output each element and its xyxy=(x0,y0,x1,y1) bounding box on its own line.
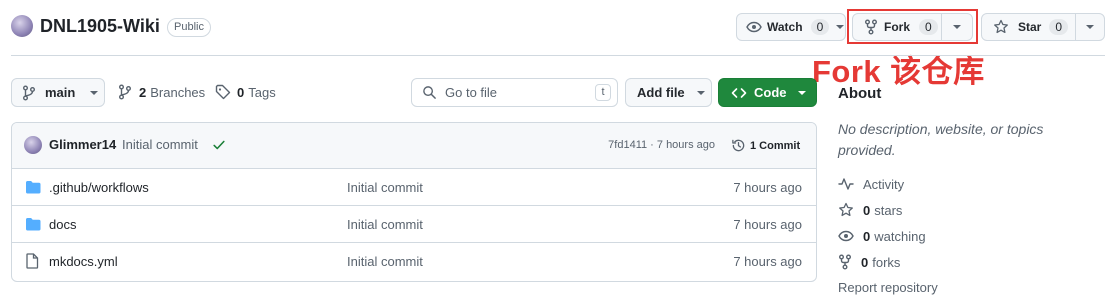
fork-label: Fork xyxy=(884,20,911,34)
branches-label: Branches xyxy=(150,84,206,100)
header-divider xyxy=(11,55,1105,56)
activity-label: Activity xyxy=(863,176,905,192)
add-file-label: Add file xyxy=(637,85,685,100)
commit-author[interactable]: Glimmer14 xyxy=(49,137,116,152)
branch-icon xyxy=(22,85,36,101)
tags-label: Tags xyxy=(248,84,276,100)
folder-icon xyxy=(25,180,41,194)
file-name[interactable]: mkdocs.yml xyxy=(49,254,118,269)
watching-count: 0 xyxy=(863,228,871,244)
stars-count: 0 xyxy=(863,202,871,218)
add-file-button[interactable]: Add file xyxy=(625,78,712,107)
about-description: No description, website, or topics provi… xyxy=(838,121,1044,158)
star-count: 0 xyxy=(1049,19,1069,35)
file-name[interactable]: docs xyxy=(49,217,76,232)
chevron-down-icon xyxy=(836,25,845,29)
file-time: 7 hours ago xyxy=(733,216,802,232)
chevron-down-icon xyxy=(696,90,705,95)
visibility-badge: Public xyxy=(167,18,211,37)
folder-icon xyxy=(25,217,41,231)
fork-count: 0 xyxy=(919,19,938,35)
repo-name[interactable]: DNL1905-Wiki xyxy=(40,16,160,37)
commits-link[interactable]: 1 Commit xyxy=(731,138,800,153)
go-to-file-input[interactable]: Go to file t xyxy=(411,78,618,107)
file-icon xyxy=(26,253,39,269)
fork-button[interactable]: Fork 0 xyxy=(852,13,942,41)
fork-icon xyxy=(838,254,861,270)
search-icon xyxy=(422,85,437,100)
watch-count: 0 xyxy=(810,19,830,35)
eye-icon xyxy=(746,19,762,35)
watching-link[interactable]: 0 watching xyxy=(838,228,926,244)
chevron-down-icon xyxy=(1086,25,1094,29)
branches-count: 2 xyxy=(139,84,147,100)
fork-dropdown-button[interactable] xyxy=(941,13,973,41)
check-icon[interactable] xyxy=(212,138,226,152)
chevron-down-icon xyxy=(797,90,806,95)
shortcut-key: t xyxy=(595,84,611,101)
watch-button[interactable]: Watch 0 xyxy=(736,13,846,41)
star-icon xyxy=(993,19,1009,35)
file-row[interactable]: docs Initial commit 7 hours ago xyxy=(11,205,817,242)
pulse-icon xyxy=(838,176,863,192)
stars-label: stars xyxy=(874,202,903,218)
forks-link[interactable]: 0 forks xyxy=(838,254,900,270)
report-repository-link[interactable]: Report repository xyxy=(838,280,938,295)
chevron-down-icon xyxy=(953,25,961,29)
branch-icon xyxy=(118,84,132,100)
file-commit-message[interactable]: Initial commit xyxy=(347,254,423,269)
star-dropdown-button[interactable] xyxy=(1075,13,1105,41)
commit-meta[interactable]: 7fd1411 · 7 hours ago xyxy=(608,139,715,151)
file-time: 7 hours ago xyxy=(733,253,802,269)
star-label: Star xyxy=(1018,20,1042,34)
about-heading: About xyxy=(838,85,882,102)
file-commit-message[interactable]: Initial commit xyxy=(347,180,423,195)
tag-icon xyxy=(215,84,231,100)
tags-link[interactable]: 0 Tags xyxy=(215,84,276,100)
commit-message[interactable]: Initial commit xyxy=(122,137,198,152)
repo-avatar[interactable] xyxy=(11,15,33,37)
author-avatar[interactable] xyxy=(24,136,42,154)
file-name[interactable]: .github/workflows xyxy=(49,180,149,195)
branch-name: main xyxy=(45,85,76,100)
commits-label: 1 Commit xyxy=(750,139,801,152)
file-row[interactable]: .github/workflows Initial commit 7 hours… xyxy=(11,168,817,205)
star-icon xyxy=(838,202,863,218)
branch-select[interactable]: main xyxy=(11,78,105,107)
search-placeholder: Go to file xyxy=(445,85,498,100)
watching-label: watching xyxy=(874,228,926,244)
stars-link[interactable]: 0 stars xyxy=(838,202,902,218)
star-button[interactable]: Star 0 xyxy=(981,13,1076,41)
eye-icon xyxy=(838,228,863,244)
file-commit-message[interactable]: Initial commit xyxy=(347,217,423,232)
file-row[interactable]: mkdocs.yml Initial commit 7 hours ago xyxy=(11,242,817,279)
fork-icon xyxy=(864,19,878,35)
file-time: 7 hours ago xyxy=(733,179,802,195)
history-icon xyxy=(731,138,746,153)
code-button[interactable]: Code xyxy=(718,78,817,107)
code-label: Code xyxy=(754,85,787,100)
chevron-down-icon xyxy=(90,90,99,95)
forks-label: forks xyxy=(872,254,901,270)
activity-link[interactable]: Activity xyxy=(838,176,904,192)
tags-count: 0 xyxy=(237,84,245,100)
forks-count: 0 xyxy=(861,254,869,270)
branches-link[interactable]: 2 Branches xyxy=(118,84,205,100)
watch-label: Watch xyxy=(767,20,803,34)
code-icon xyxy=(731,85,747,101)
